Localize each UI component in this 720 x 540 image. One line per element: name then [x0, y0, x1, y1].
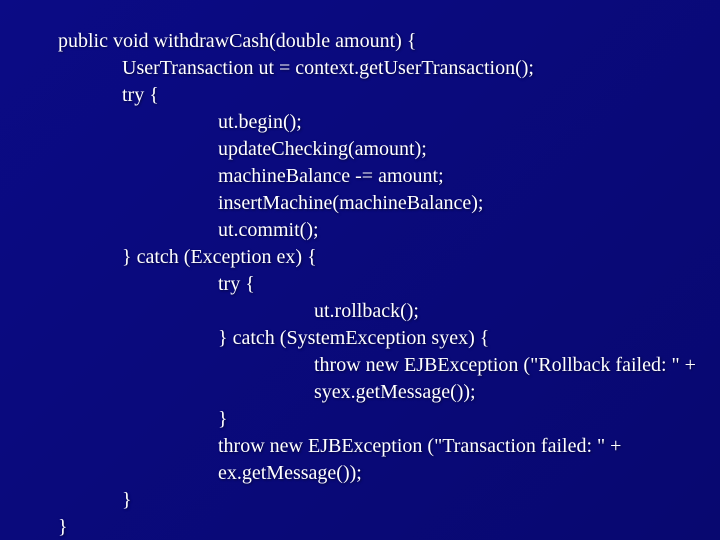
code-line: throw new EJBException ("Transaction fai… — [58, 433, 710, 460]
code-line: } — [58, 514, 710, 540]
code-line: syex.getMessage()); — [58, 379, 710, 406]
code-line: ut.commit(); — [58, 217, 710, 244]
code-line: insertMachine(machineBalance); — [58, 190, 710, 217]
code-line: try { — [58, 271, 710, 298]
code-line: try { — [58, 82, 710, 109]
slide-content: public void withdrawCash(double amount) … — [0, 0, 720, 540]
code-line: throw new EJBException ("Rollback failed… — [58, 352, 710, 379]
code-line: } — [58, 487, 710, 514]
code-line: ut.rollback(); — [58, 298, 710, 325]
code-line: } catch (SystemException syex) { — [58, 325, 710, 352]
code-line: ex.getMessage()); — [58, 460, 710, 487]
code-line: machineBalance -= amount; — [58, 163, 710, 190]
code-line: } catch (Exception ex) { — [58, 244, 710, 271]
code-line: public void withdrawCash(double amount) … — [58, 28, 710, 55]
code-line: ut.begin(); — [58, 109, 710, 136]
code-line: updateChecking(amount); — [58, 136, 710, 163]
code-line: } — [58, 406, 710, 433]
code-line: UserTransaction ut = context.getUserTran… — [58, 55, 710, 82]
